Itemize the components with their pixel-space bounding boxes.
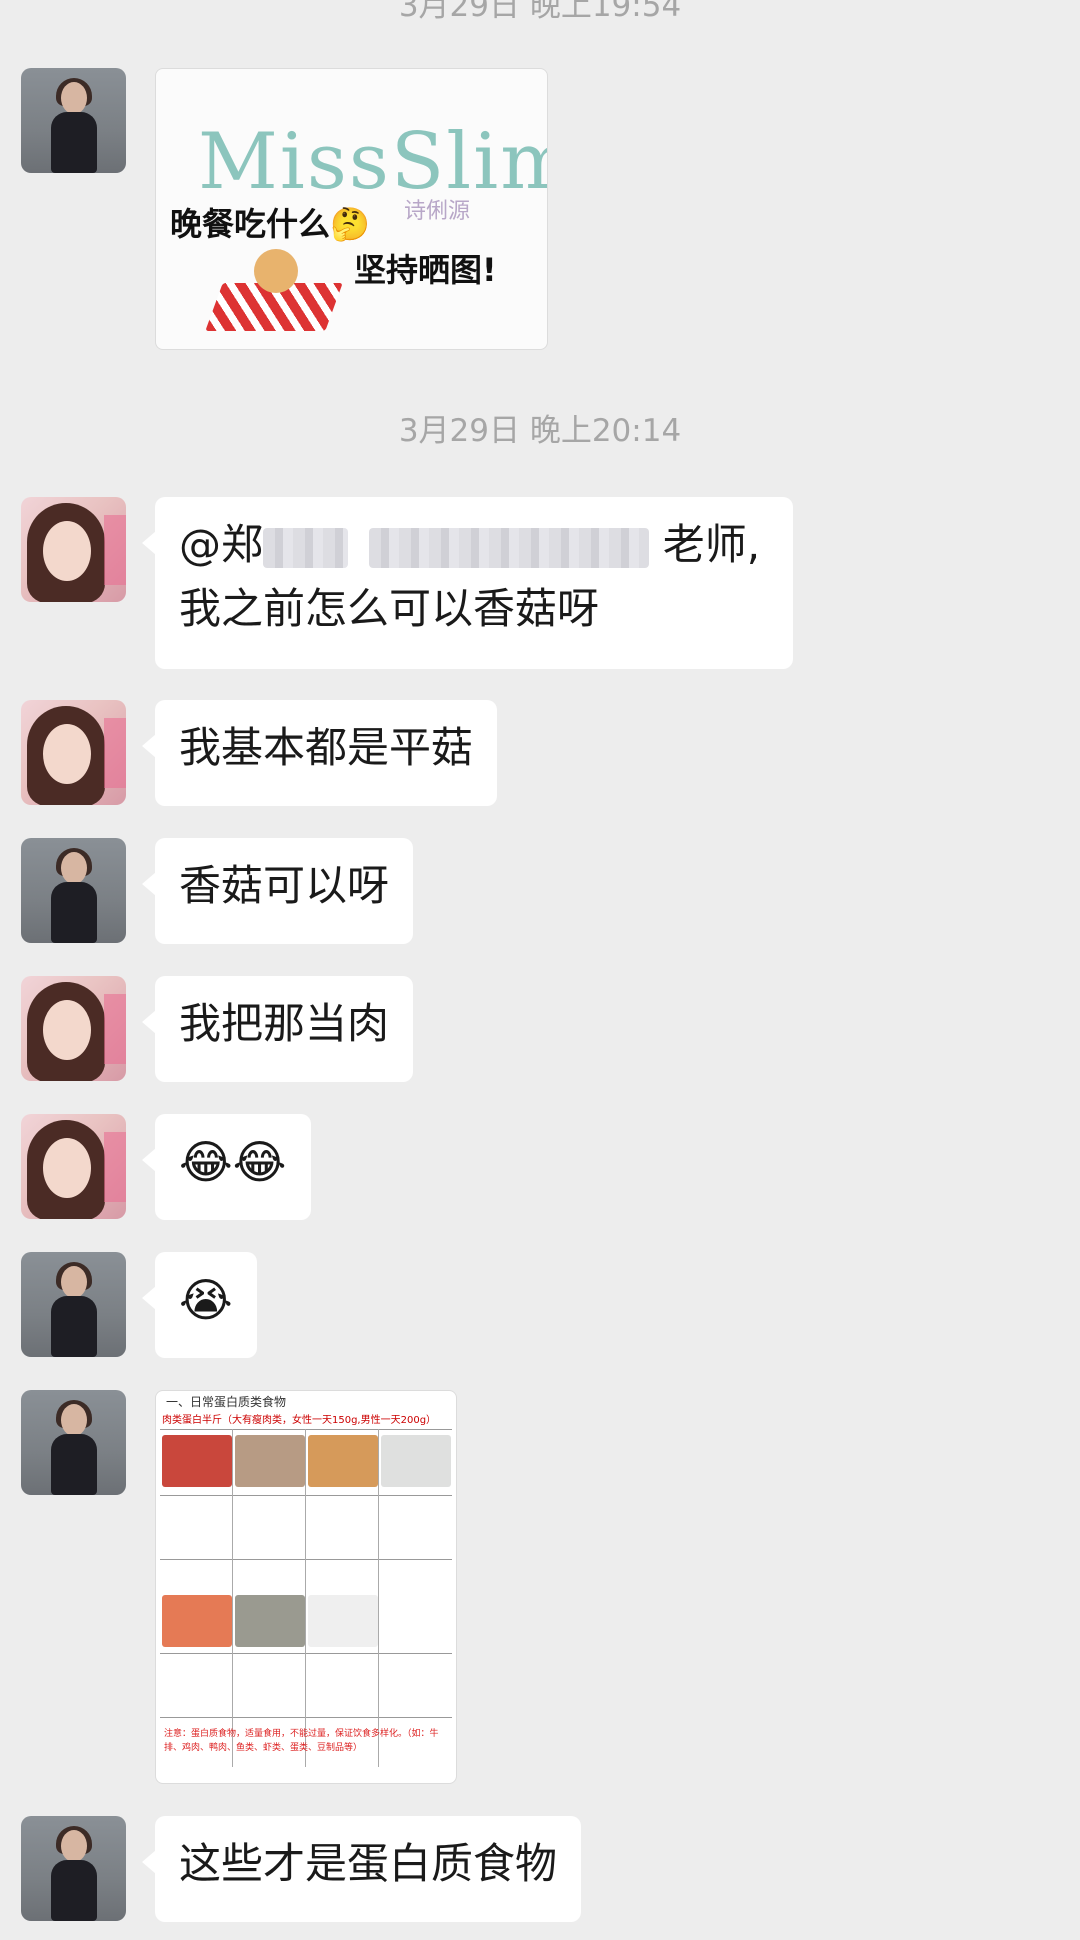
message-bubble[interactable]: 😂😂 <box>142 1114 311 1220</box>
cat-illustration <box>254 249 298 293</box>
message-bubble[interactable]: 😭 <box>142 1252 257 1358</box>
message-bubble[interactable]: 这些才是蛋白质食物 <box>141 1816 582 1922</box>
food-photo-tofu <box>381 1435 451 1487</box>
avatar[interactable] <box>21 700 126 805</box>
message-line-2: 我之前怎么可以香菇呀 <box>179 584 600 633</box>
image-caption-line2: 坚持晒图! <box>354 251 497 289</box>
logo-subtitle: 诗俐源 <box>404 199 471 224</box>
message-line-1: @郑 老师, <box>179 513 769 577</box>
message-bubble[interactable]: 香菇可以呀 <box>141 838 414 944</box>
food-photo-chicken <box>235 1435 305 1487</box>
avatar[interactable] <box>21 1252 126 1357</box>
mention-suffix: 老师, <box>662 520 761 569</box>
message-bubble[interactable]: @郑 老师, 我之前怎么可以香菇呀 <box>142 497 793 669</box>
table-footnote: 注意：蛋白质食物，适量食用，不能过量，保证饮食多样化。（如：牛排、鸡肉、鸭肉、鱼… <box>164 1729 439 1753</box>
logo-text: MissSlim <box>198 117 548 207</box>
mention[interactable]: @郑 <box>179 520 263 569</box>
image-message-protein-table[interactable]: 一、日常蛋白质类食物 肉类蛋白半斤（大有瘦肉类，女性一天150g,男性一天200… <box>155 1390 457 1784</box>
food-photo-shrimp <box>162 1595 232 1647</box>
avatar[interactable] <box>21 838 126 943</box>
avatar[interactable] <box>21 976 126 1081</box>
timestamp-mid: 3月29日 晚上20:14 <box>398 413 682 449</box>
table-header: 肉类蛋白半斤（大有瘦肉类，女性一天150g,男性一天200g） <box>162 1415 437 1426</box>
redacted-phone <box>369 527 650 568</box>
avatar[interactable] <box>21 68 126 173</box>
image-caption-line1: 晚餐吃什么🤔 <box>170 205 370 243</box>
table-title: 一、日常蛋白质类食物 <box>166 1395 287 1409</box>
avatar[interactable] <box>21 1816 126 1921</box>
avatar[interactable] <box>21 1390 126 1495</box>
timestamp-top: 3月29日 晚上19:54 <box>398 0 682 24</box>
avatar[interactable] <box>21 1114 126 1219</box>
redacted-name <box>263 527 349 568</box>
message-bubble[interactable]: 我把那当肉 <box>141 976 414 1082</box>
message-bubble[interactable]: 我基本都是平菇 <box>141 700 498 806</box>
avatar[interactable] <box>21 497 126 602</box>
food-photo-meat <box>162 1435 232 1487</box>
image-message-logo[interactable]: MissSlim 诗俐源 晚餐吃什么🤔 坚持晒图! <box>155 68 548 350</box>
food-photo-seacucumber <box>308 1595 378 1647</box>
food-photo-oyster <box>235 1595 305 1647</box>
food-photo-eggs <box>308 1435 378 1487</box>
